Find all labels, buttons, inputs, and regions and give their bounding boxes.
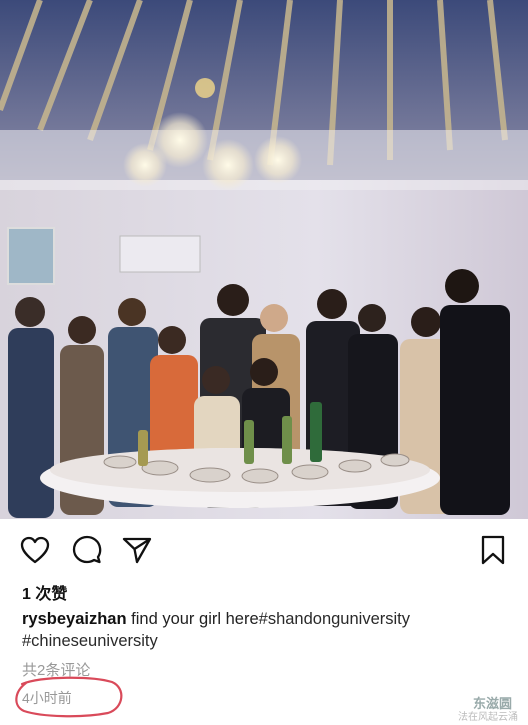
- hashtag-chineseuniversity[interactable]: #chineseuniversity: [22, 632, 158, 650]
- like-button[interactable]: [18, 533, 52, 567]
- share-button[interactable]: [120, 533, 154, 567]
- like-count[interactable]: 1 次赞: [22, 580, 67, 604]
- group-dinner-photo: [0, 0, 528, 519]
- comment-bubble-icon: [72, 535, 102, 564]
- comment-button[interactable]: [70, 533, 104, 567]
- bookmark-icon: [481, 535, 505, 565]
- save-button[interactable]: [476, 533, 510, 567]
- caption-text: find your girl here: [126, 610, 259, 628]
- heart-icon: [20, 536, 50, 564]
- post-photo[interactable]: [0, 0, 528, 519]
- author-username[interactable]: rysbeyaizhan: [22, 610, 127, 628]
- red-annotation-circle: [15, 676, 123, 718]
- hashtag-shandonguniversity[interactable]: #shandonguniversity: [259, 610, 410, 628]
- watermark: 东滋圆 法在风起云涌: [372, 693, 522, 723]
- watermark-subtitle: 法在风起云涌: [458, 712, 518, 723]
- paper-plane-icon: [122, 537, 152, 564]
- post-action-bar: [0, 519, 528, 579]
- post-caption: rysbeyaizhan find your girl here#shandon…: [22, 608, 512, 652]
